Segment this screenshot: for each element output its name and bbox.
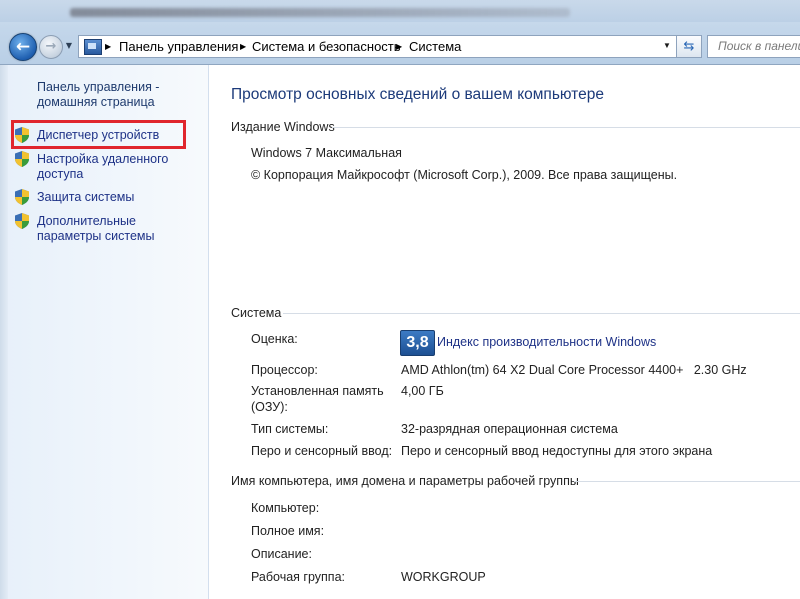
- system-protection-link[interactable]: Защита системы: [37, 190, 134, 205]
- breadcrumb-separator-icon[interactable]: ▶: [105, 38, 111, 55]
- forward-arrow-icon: →: [45, 39, 57, 54]
- back-arrow-icon: ←: [15, 37, 31, 57]
- search-placeholder: Поиск в панели: [718, 39, 800, 53]
- title-bar: [0, 0, 800, 22]
- system-type-value: 32-разрядная операционная система: [401, 422, 618, 436]
- recent-pages-dropdown-icon[interactable]: ▼: [64, 40, 74, 52]
- system-section-heading: Система: [231, 306, 282, 320]
- forward-button[interactable]: →: [39, 35, 63, 59]
- breadcrumb-system-security[interactable]: Система и безопасность: [252, 38, 401, 55]
- refresh-icon: ⇆: [683, 39, 695, 54]
- section-divider: [332, 127, 800, 128]
- address-bar[interactable]: ▶ Панель управления ▶ Система и безопасн…: [78, 35, 676, 58]
- memory-label: Установленная память: [251, 384, 384, 398]
- back-button[interactable]: ←: [9, 33, 37, 61]
- system-type-label: Тип системы:: [251, 422, 329, 436]
- pen-touch-label: Перо и сенсорный ввод:: [251, 444, 393, 458]
- description-label: Описание:: [251, 547, 312, 561]
- breadcrumb-separator-icon[interactable]: ▶: [396, 38, 402, 55]
- pen-touch-value: Перо и сенсорный ввод недоступны для это…: [401, 444, 713, 458]
- search-input[interactable]: Поиск в панели: [707, 35, 800, 58]
- edition-section-heading: Издание Windows: [231, 120, 335, 134]
- processor-value: AMD Athlon(tm) 64 X2 Dual Core Processor…: [401, 363, 747, 377]
- computer-name-section-heading: Имя компьютера, имя домена и параметры р…: [231, 474, 579, 488]
- windows-edition: Windows 7 Максимальная: [251, 146, 402, 160]
- title-bar-blurred: [70, 8, 570, 17]
- uac-shield-icon: [15, 189, 29, 205]
- copyright-text: © Корпорация Майкрософт (Microsoft Corp.…: [251, 168, 678, 182]
- memory-label-cont: (ОЗУ):: [251, 400, 288, 414]
- explorer-toolbar: ← → ▼ ▶ Панель управления ▶ Система и бе…: [0, 0, 800, 65]
- control-panel-home-link[interactable]: Панель управления - домашняя страница: [37, 80, 197, 110]
- workgroup-label: Рабочая группа:: [251, 570, 346, 584]
- workgroup-value: WORKGROUP: [401, 570, 486, 584]
- computer-name-label: Компьютер:: [251, 501, 320, 515]
- red-highlight-box: [11, 120, 186, 149]
- experience-index-link[interactable]: Индекс производительности Windows: [437, 334, 656, 350]
- address-history-dropdown-icon[interactable]: ▼: [662, 41, 672, 51]
- breadcrumb-control-panel[interactable]: Панель управления: [119, 38, 238, 55]
- processor-label: Процессор:: [251, 363, 318, 377]
- remote-settings-link[interactable]: Настройка удаленного доступа: [37, 152, 187, 182]
- control-panel-icon: [84, 39, 102, 55]
- advanced-system-settings-link[interactable]: Дополнительные параметры системы: [37, 214, 202, 244]
- rating-label: Оценка:: [251, 332, 298, 346]
- uac-shield-icon: [15, 213, 29, 229]
- full-name-label: Полное имя:: [251, 524, 325, 538]
- experience-index-badge[interactable]: 3,8: [400, 330, 435, 356]
- section-divider: [574, 481, 800, 482]
- breadcrumb-separator-icon[interactable]: ▶: [240, 38, 246, 55]
- page-title: Просмотр основных сведений о вашем компь…: [231, 86, 604, 103]
- pane-edge: [0, 65, 8, 599]
- section-divider: [283, 313, 800, 314]
- memory-value: 4,00 ГБ: [401, 384, 444, 398]
- refresh-button[interactable]: ⇆: [676, 35, 702, 58]
- uac-shield-icon: [15, 151, 29, 167]
- breadcrumb-system[interactable]: Система: [409, 38, 461, 55]
